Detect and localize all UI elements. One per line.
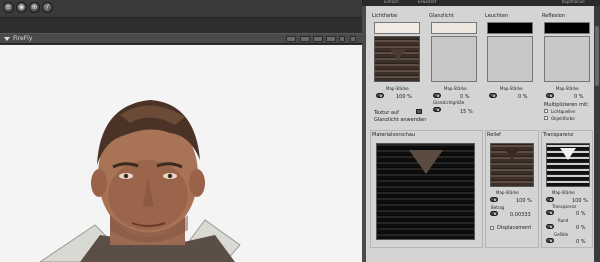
menu-icon[interactable]: ≡: [3, 2, 14, 13]
ambient-label: Leuchten: [485, 13, 509, 19]
transparency-strength-label: Map-Stärke: [552, 190, 575, 195]
material-panel: Einfach Erweitert Kopfmenue Lichtfarbe M…: [362, 0, 600, 262]
image-icon[interactable]: [326, 36, 336, 42]
transparency-falloff-label: Rand: [558, 218, 569, 223]
reflection-label: Reflexion: [542, 13, 566, 19]
toolbar: ≡ ◉ ⊕ /: [0, 0, 362, 18]
transparency-falloff-value: 0 %: [576, 225, 586, 231]
bump-strength-value: 100 %: [516, 198, 532, 204]
preview-leaf-icon: [409, 150, 443, 174]
ambient-strength-knob[interactable]: [489, 93, 497, 98]
texture-on-label: Textur auf: [374, 110, 399, 116]
transparency-gef-value: 0 %: [576, 239, 586, 245]
bump-texture-thumb[interactable]: [490, 143, 534, 187]
reflection-texture-thumb[interactable]: [544, 36, 590, 82]
displacement-checkbox[interactable]: [490, 226, 494, 230]
specular-strength-label: Map-Stärke: [444, 86, 467, 91]
transparency-leaf-icon: [560, 148, 576, 160]
object-color-label: Objektfarbe: [551, 116, 575, 121]
transparency-texture-thumb[interactable]: [546, 143, 590, 187]
bump-amount-knob[interactable]: [490, 211, 498, 216]
transparency-falloff-knob[interactable]: [546, 224, 554, 229]
material-preview-label: Materialvorschau: [372, 132, 416, 138]
diffuse-strength-knob[interactable]: [376, 93, 384, 98]
displacement-label: Displacement: [497, 225, 532, 231]
transparency-label: Transparenz: [543, 132, 574, 138]
diffuse-color-swatch[interactable]: [374, 22, 420, 34]
camera-icon[interactable]: [286, 36, 296, 42]
viewport-panel: ≡ ◉ ⊕ / FireFly: [0, 0, 362, 262]
ambient-color-swatch[interactable]: [487, 22, 533, 34]
diffuse-strength-label: Map-Stärke: [386, 86, 409, 91]
expand-icon[interactable]: [350, 36, 356, 42]
bump-amount-label: Betrag: [491, 205, 505, 210]
object-color-checkbox[interactable]: [544, 116, 548, 120]
reflection-color-swatch[interactable]: [544, 22, 590, 34]
rendered-figure: [39, 100, 241, 262]
texture-arrow-button[interactable]: [416, 109, 422, 114]
transparency-edge-value: 0 %: [576, 211, 586, 217]
diffuse-texture-thumb[interactable]: [374, 36, 420, 82]
transparency-strength-knob[interactable]: [546, 197, 554, 202]
diffuse-strength-value: 100 %: [396, 94, 412, 100]
specular-color-swatch[interactable]: [431, 22, 477, 34]
bump-strength-label: Map-Stärke: [496, 190, 519, 195]
specular-size-label: Glanzlichtgröße: [433, 100, 465, 105]
bump-leaf-icon: [504, 148, 520, 160]
brush-icon[interactable]: /: [42, 2, 53, 13]
reflection-strength-knob[interactable]: [546, 93, 554, 98]
specular-size-value: 15 %: [460, 109, 473, 115]
ambient-strength-label: Map-Stärke: [500, 86, 523, 91]
save-icon[interactable]: [313, 36, 323, 42]
apply-specular-label: Glanzlicht anwenden: [374, 117, 427, 123]
light-sources-label: Lichtquellen: [551, 109, 576, 114]
zoom-icon[interactable]: ⊕: [29, 2, 40, 13]
specular-size-knob[interactable]: [433, 107, 441, 112]
multiply-with-label: Multiplizieren mit:: [544, 102, 589, 108]
transparency-edge-label: Transparenz: [552, 204, 577, 209]
specular-texture-thumb[interactable]: [431, 36, 477, 82]
diffuse-label: Lichtfarbe: [372, 13, 398, 19]
options-icon[interactable]: [339, 36, 345, 42]
scrollbar-thumb[interactable]: [595, 26, 599, 86]
render-icon[interactable]: [300, 36, 310, 42]
material-preview-image[interactable]: [376, 143, 475, 240]
collapse-triangle-icon[interactable]: [4, 36, 10, 41]
leaf-icon: [390, 49, 406, 61]
specular-label: Glanzlicht: [429, 13, 454, 19]
viewport-title: FireFly: [13, 35, 33, 42]
transparency-gef-knob[interactable]: [546, 238, 554, 243]
panel-scrollbar[interactable]: [594, 6, 600, 262]
specular-strength-knob[interactable]: [433, 93, 441, 98]
reflection-strength-value: 0 %: [574, 94, 584, 100]
light-sources-checkbox[interactable]: [544, 109, 548, 113]
bump-amount-value: 0,00333: [510, 212, 531, 218]
material-editor: Lichtfarbe Map-Stärke 100 % Textur auf G…: [366, 6, 596, 262]
settings-icon[interactable]: ◉: [16, 2, 27, 13]
bump-strength-knob[interactable]: [490, 197, 498, 202]
render-canvas[interactable]: [0, 45, 362, 262]
bump-label: Relief: [487, 132, 501, 138]
transparency-edge-knob[interactable]: [546, 210, 554, 215]
ambient-strength-value: 0 %: [518, 94, 528, 100]
viewport-title-bar: FireFly: [0, 33, 362, 44]
transparency-gef-label: Gefälle: [554, 232, 569, 237]
ambient-texture-thumb[interactable]: [487, 36, 533, 82]
reflection-strength-label: Map-Stärke: [556, 86, 579, 91]
